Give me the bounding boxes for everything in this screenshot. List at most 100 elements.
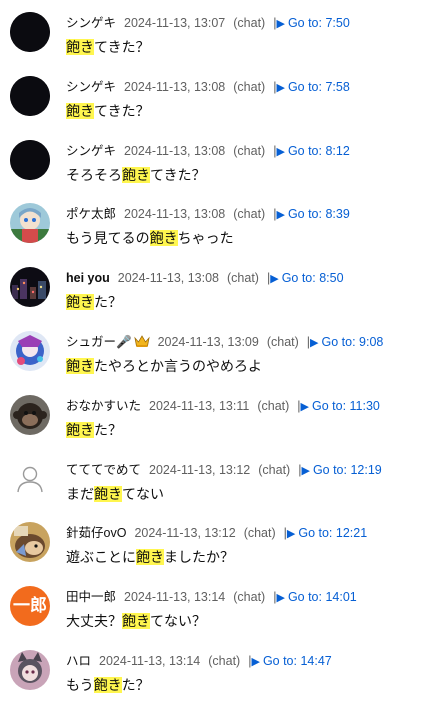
avatar[interactable]	[10, 331, 50, 371]
timestamp: 2024-11-13, 13:14	[99, 654, 201, 668]
message-type: (chat)	[258, 462, 291, 477]
timestamp: 2024-11-13, 13:08	[117, 271, 220, 286]
comment-text: 飽きた？	[66, 292, 122, 312]
play-icon: ▶	[300, 400, 309, 413]
author-name[interactable]: シンゲキ	[66, 144, 116, 158]
text-before: もう見てるの	[66, 230, 150, 247]
comment-header: シンゲキ 2024-11-13, 13:08 (chat) |▶ Go to: 7:58	[66, 78, 350, 96]
goto-link[interactable]: ▶ Go to: 11:30	[301, 399, 380, 413]
goto-label: Go to: 14:01	[287, 590, 357, 605]
author-name[interactable]: シュガー🎤	[66, 335, 132, 349]
comment-header: ハロ 2024-11-13, 13:14 (chat) |▶ Go to: 14:47	[66, 652, 332, 670]
text-after: たやろとか言うのやめろよ	[94, 358, 262, 374]
comment-item: シュガー🎤 2024-11-13, 13:09 (chat) |▶ Go to: 9:0…	[0, 331, 434, 395]
avatar[interactable]	[10, 203, 50, 244]
author-name[interactable]: ハロ	[66, 654, 91, 668]
comment-list: シンゲキ 2024-11-13, 13:07 (chat) |▶ Go to: 7:50…	[0, 0, 434, 696]
timestamp: 2024-11-13, 13:08	[124, 143, 226, 158]
text-before: もう	[66, 677, 94, 693]
avatar[interactable]	[10, 12, 50, 52]
play-icon: ▶	[310, 337, 319, 349]
goto-link[interactable]: ▶ Go to: 9:08	[310, 335, 383, 349]
author-name[interactable]: シンゲキ	[66, 80, 116, 94]
goto-label: Go to: 11:30	[312, 398, 380, 413]
avatar[interactable]: 一郎	[10, 586, 50, 627]
message-type: (chat)	[208, 654, 241, 668]
text-after: てきた？	[150, 166, 206, 183]
play-icon: ▶	[276, 18, 285, 30]
author-name[interactable]: ポケ太郎	[66, 207, 116, 221]
comment-text: もう飽きた？	[66, 675, 150, 695]
goto-label: Go to: 7:58	[287, 79, 350, 94]
text-after: てきた？	[94, 102, 150, 119]
goto-link[interactable]: ▶ Go to: 14:47	[251, 654, 331, 668]
comment-header: シンゲキ 2024-11-13, 13:07 (chat) |▶ Go to: 7:50	[66, 14, 350, 32]
highlighted-keyword: 飽き	[66, 358, 94, 374]
goto-link[interactable]: ▶ Go to: 12:21	[287, 526, 367, 540]
comment-header: シンゲキ 2024-11-13, 13:08 (chat) |▶ Go to: 8:12	[66, 142, 350, 160]
avatar[interactable]	[10, 75, 50, 116]
play-icon: ▶	[276, 209, 285, 222]
goto-label: Go to: 14:47	[262, 654, 332, 668]
text-before: 大丈夫？	[66, 613, 122, 630]
text-after: てない？	[150, 613, 206, 630]
timestamp: 2024-11-13, 13:11	[149, 398, 250, 413]
author-name[interactable]: 田中一郎	[66, 590, 116, 604]
text-after: てない	[122, 485, 164, 502]
goto-link[interactable]: ▶ Go to: 8:39	[276, 207, 349, 221]
avatar[interactable]	[10, 522, 50, 563]
text-before: 遊ぶことに	[66, 549, 136, 566]
comment-text: 遊ぶことに飽きましたか？	[66, 547, 234, 567]
avatar[interactable]	[10, 139, 50, 180]
avatar[interactable]	[10, 267, 50, 308]
goto-link[interactable]: ▶ Go to: 7:58	[276, 80, 349, 94]
message-type: (chat)	[257, 398, 290, 413]
comment-header: シュガー🎤 2024-11-13, 13:09 (chat) |▶ Go to: 9:0…	[66, 333, 383, 351]
text-after: てきた？	[94, 39, 150, 55]
highlighted-keyword: 飽き	[122, 166, 150, 183]
timestamp: 2024-11-13, 13:12	[149, 462, 251, 477]
message-type: (chat)	[233, 143, 266, 158]
message-type: (chat)	[233, 79, 266, 94]
goto-label: Go to: 12:21	[298, 526, 368, 541]
play-icon: ▶	[276, 81, 285, 94]
text-after: た？	[94, 421, 122, 438]
text-after: ちゃった	[177, 230, 234, 247]
text-after: た？	[94, 294, 122, 311]
author-name[interactable]: シンゲキ	[66, 16, 116, 30]
goto-link[interactable]: ▶ Go to: 7:50	[276, 16, 349, 30]
comment-text: 飽きたやろとか言うのやめろよ	[66, 356, 262, 376]
goto-link[interactable]: ▶ Go to: 8:12	[276, 144, 349, 158]
comment-header: 針茹仔ovO 2024-11-13, 13:12 (chat) |▶ Go to: 12…	[66, 524, 367, 542]
comment-item: hei you 2024-11-13, 13:08 (chat) |▶ Go to: 8…	[0, 267, 434, 331]
comment-text: もう見てるの飽きちゃった	[66, 228, 234, 248]
author-name[interactable]: 針茹仔ovO	[66, 526, 126, 540]
message-type: (chat)	[233, 590, 266, 605]
comment-item: ポケ太郎 2024-11-13, 13:08 (chat) |▶ Go to: 8:39…	[0, 203, 434, 267]
author-name[interactable]: おなかすいた	[66, 399, 141, 413]
highlighted-keyword: 飽き	[66, 421, 94, 438]
goto-link[interactable]: ▶ Go to: 14:01	[276, 590, 356, 604]
text-after: た？	[121, 677, 150, 693]
highlighted-keyword: 飽き	[66, 102, 94, 119]
author-name[interactable]: hei you	[66, 271, 110, 285]
avatar[interactable]	[10, 650, 50, 690]
highlighted-keyword: 飽き	[66, 39, 94, 55]
author-name[interactable]: てててでめて	[66, 463, 141, 477]
comment-text: 大丈夫？飽きてない？	[66, 611, 206, 631]
avatar[interactable]	[10, 394, 50, 435]
text-after: ましたか？	[164, 549, 234, 566]
goto-link[interactable]: ▶ Go to: 12:19	[301, 463, 381, 477]
goto-link[interactable]: ▶ Go to: 8:50	[270, 271, 343, 285]
timestamp: 2024-11-13, 13:08	[124, 207, 226, 222]
comment-item: 一郎 田中一郎 2024-11-13, 13:14 (chat) |▶ Go to: 14…	[0, 586, 434, 650]
comment-header: てててでめて 2024-11-13, 13:12 (chat) |▶ Go to: 12…	[66, 461, 382, 479]
comment-header: 田中一郎 2024-11-13, 13:14 (chat) |▶ Go to: 14:0…	[66, 588, 357, 606]
avatar[interactable]	[10, 458, 50, 499]
goto-label: Go to: 8:50	[281, 271, 344, 286]
timestamp: 2024-11-13, 13:09	[157, 335, 259, 349]
comment-text: まだ飽きてない	[66, 484, 164, 504]
comment-item: 針茹仔ovO 2024-11-13, 13:12 (chat) |▶ Go to: 12…	[0, 522, 434, 586]
highlighted-keyword: 飽き	[93, 677, 122, 693]
timestamp: 2024-11-13, 13:08	[124, 79, 226, 94]
